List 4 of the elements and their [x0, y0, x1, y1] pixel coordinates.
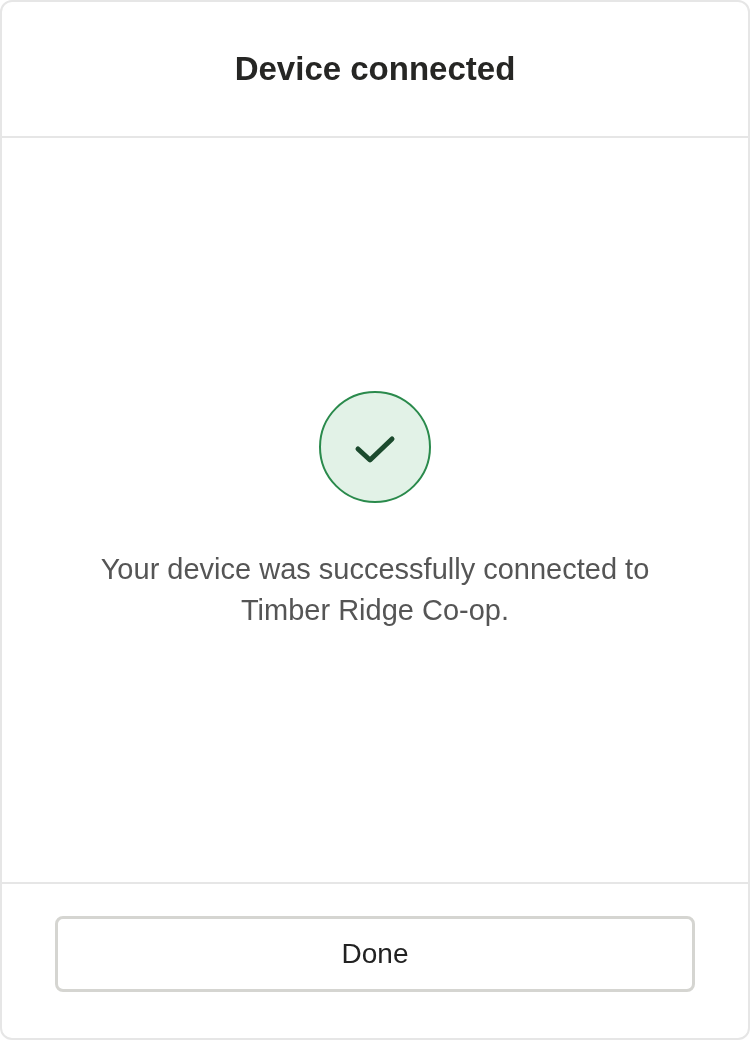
success-message: Your device was successfully connected to Timber Ridge Co-op. — [99, 552, 651, 628]
checkmark-circle-icon — [319, 391, 431, 503]
done-button[interactable]: Done — [55, 916, 695, 992]
dialog-title: Device connected — [234, 50, 516, 88]
